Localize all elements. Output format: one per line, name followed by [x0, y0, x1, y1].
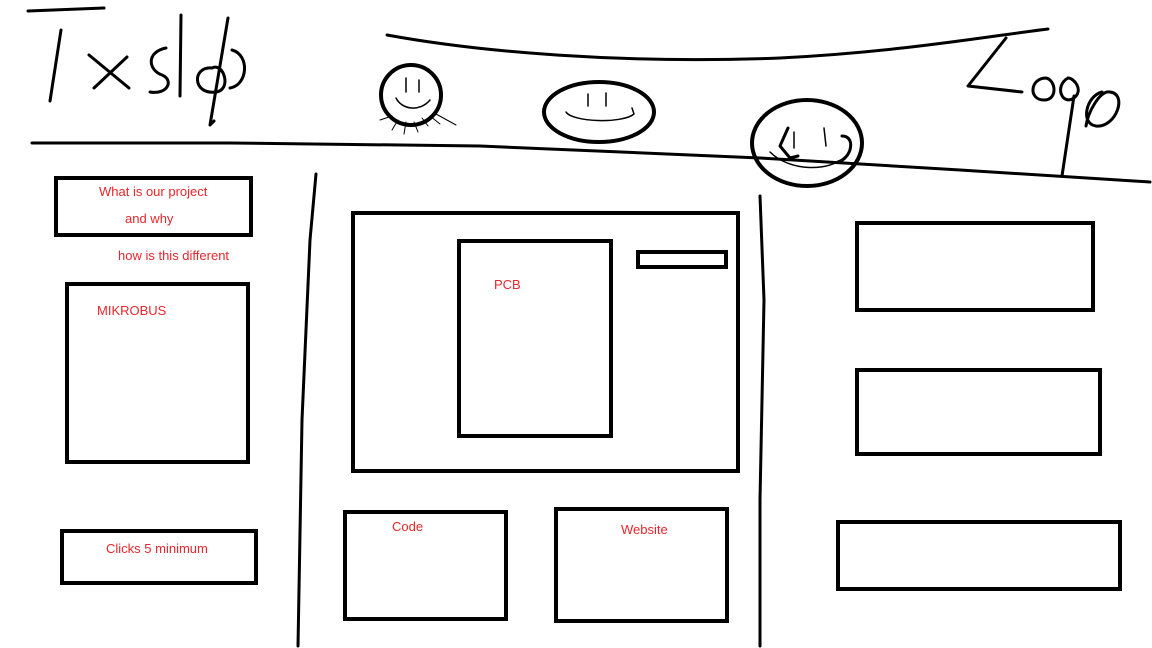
project-why-label: and why [125, 211, 174, 226]
right-box-2[interactable] [855, 368, 1102, 456]
right-box-3[interactable] [836, 520, 1122, 591]
code-label: Code [392, 519, 424, 534]
face-icon[interactable] [542, 80, 656, 144]
logo-handwriting [966, 36, 1121, 178]
panel-bar[interactable] [636, 250, 728, 269]
clicks-label: Clicks 5 minimum [106, 541, 208, 556]
clicks-button[interactable] [60, 529, 258, 585]
face-icon[interactable] [750, 98, 864, 188]
right-box-1[interactable] [855, 221, 1095, 312]
difference-label: how is this different [118, 248, 230, 263]
mikrobus-label: MIKROBUS [97, 303, 167, 318]
smiley-icon[interactable] [379, 63, 457, 135]
site-title-handwriting [26, 6, 246, 127]
code-button[interactable] [343, 510, 508, 621]
left-column-divider [296, 172, 318, 648]
pcb-label: PCB [494, 277, 521, 292]
project-question-label: What is our project [99, 184, 208, 199]
pcb-image-box[interactable] [457, 239, 613, 438]
website-label: Website [621, 522, 668, 537]
right-column-divider [758, 194, 766, 648]
nav-bar-curve [385, 27, 1050, 62]
